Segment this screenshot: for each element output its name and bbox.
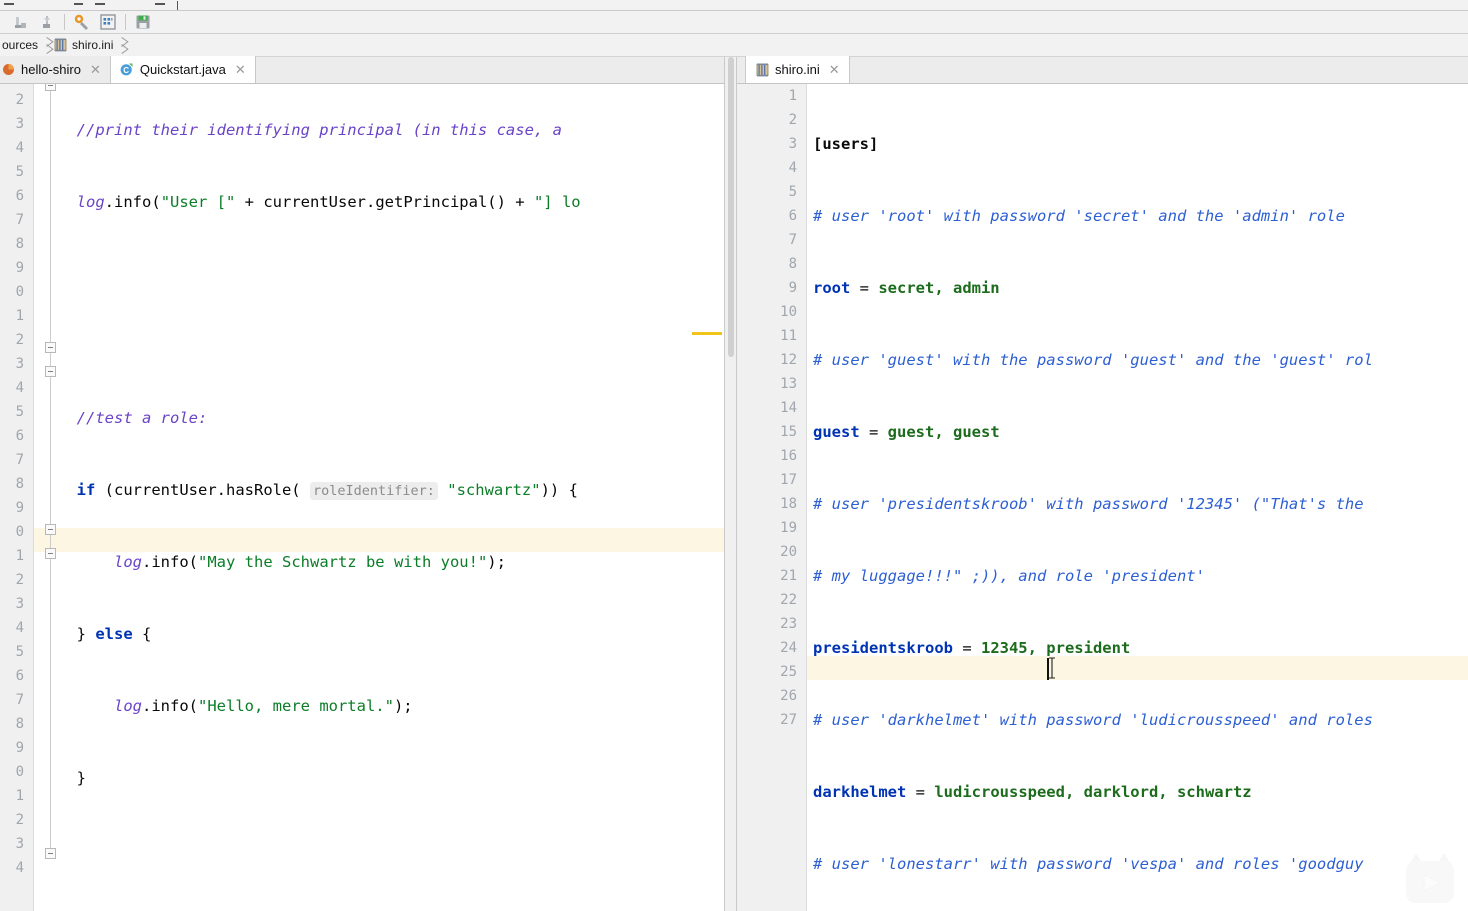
ini-line-6: # user 'presidentskroob' with password '…	[813, 495, 1364, 513]
breadcrumb-item-resources[interactable]: ources	[0, 34, 42, 57]
breadcrumb-chevron-icon	[42, 34, 52, 57]
settings-wrench-icon[interactable]	[69, 11, 95, 33]
ini-line-1: [users]	[813, 135, 879, 153]
breadcrumb: ources shiro.ini	[0, 34, 1468, 57]
structure-grid-icon[interactable]	[95, 11, 121, 33]
ini-line-11: # user 'lonestarr' with password 'vespa'…	[813, 855, 1364, 873]
editor-tabbar-right: shiro.ini ✕	[737, 56, 1468, 84]
editor-splitter[interactable]	[724, 57, 737, 911]
breadcrumb-label-shiro-ini: shiro.ini	[72, 38, 114, 52]
tab-shiro-ini[interactable]: shiro.ini ✕	[745, 56, 850, 83]
title-tick-4	[155, 3, 165, 5]
watermark-logo	[1392, 849, 1462, 907]
ini-line-2: # user 'root' with password 'secret' and…	[813, 207, 1345, 225]
ini-line-5: guest = guest, guest	[813, 423, 1000, 441]
toolbar-separator-1	[64, 14, 65, 30]
java-class-icon: C	[119, 62, 134, 77]
editor-pane-java[interactable]: 1 2 3 4 5 6 7 8 9 0 1 2 3 4 5 6 7 8 9 0 …	[0, 84, 724, 911]
fold-toggle-mid-icon[interactable]	[45, 342, 56, 353]
scrollbar-thumb[interactable]	[728, 57, 734, 357]
tab-label-hello-shiro: hello-shiro	[21, 62, 81, 77]
svg-text:C: C	[123, 66, 129, 75]
breadcrumb-label-resources: ources	[2, 38, 39, 52]
title-tick-2	[74, 3, 83, 5]
tab-quickstart-java[interactable]: C Quickstart.java ✕	[110, 56, 256, 83]
mouse-cursor-ibeam	[1047, 657, 1057, 679]
module-icon	[2, 63, 15, 76]
fold-toggle-hl-icon[interactable]	[45, 524, 56, 535]
code-content-java[interactable]: //print their identifying principal (in …	[58, 84, 592, 911]
ini-line-8: presidentskroob = 12345, president	[813, 639, 1131, 657]
ide-window: ources shiro.ini hello-shiro ✕ C Quickst…	[0, 0, 1468, 911]
tab-hello-shiro[interactable]: hello-shiro ✕	[0, 56, 111, 83]
code-content-ini[interactable]: [users] # user 'root' with password 'sec…	[813, 84, 1392, 911]
fold-toggle-mid2-icon[interactable]	[45, 366, 56, 377]
tab-label-quickstart-java: Quickstart.java	[139, 62, 226, 77]
breadcrumb-chevron-icon-2	[117, 34, 127, 57]
gutter-right[interactable]: 1 2 3 4 5 6 7 8 9 10 11 12 13 14 15 16 1…	[737, 84, 807, 911]
build-project-icon[interactable]	[8, 11, 34, 33]
close-icon[interactable]: ✕	[829, 62, 840, 78]
ini-file-icon	[54, 38, 67, 52]
fold-toggle-hl2-icon[interactable]	[45, 548, 56, 559]
gutter-left[interactable]: 1 2 3 4 5 6 7 8 9 0 1 2 3 4 5 6 7 8 9 0 …	[0, 84, 34, 911]
toolbar-separator-2	[125, 14, 126, 30]
title-tick-3	[95, 3, 105, 5]
ini-line-9: # user 'darkhelmet' with password 'ludic…	[813, 711, 1373, 729]
title-caret-tick	[177, 1, 178, 10]
code-fold-line	[50, 84, 51, 854]
main-toolbar	[0, 11, 1468, 34]
ini-line-3: root = secret, admin	[813, 279, 1000, 297]
build-module-icon[interactable]	[34, 11, 60, 33]
save-all-icon[interactable]	[130, 11, 156, 33]
window-title-strip	[0, 0, 1468, 11]
editor-tabbar-left: hello-shiro ✕ C Quickstart.java ✕	[0, 56, 737, 84]
ini-line-4: # user 'guest' with the password 'guest'…	[813, 351, 1373, 369]
close-icon[interactable]: ✕	[235, 62, 246, 78]
close-icon[interactable]: ✕	[90, 62, 101, 78]
change-marker	[692, 332, 722, 335]
ini-file-icon	[756, 63, 769, 77]
ini-line-7: # my luggage!!!" ;)), and role 'presiden…	[813, 567, 1205, 585]
editor-pane-ini[interactable]: 1 2 3 4 5 6 7 8 9 10 11 12 13 14 15 16 1…	[737, 84, 1468, 911]
fold-toggle-top-icon[interactable]	[45, 84, 56, 91]
fold-toggle-bottom-icon[interactable]	[45, 848, 56, 859]
ini-line-10: darkhelmet = ludicrousspeed, darklord, s…	[813, 783, 1252, 801]
breadcrumb-item-shiro-ini[interactable]: shiro.ini	[52, 34, 117, 57]
tab-label-shiro-ini: shiro.ini	[775, 62, 820, 77]
title-tick-1	[4, 3, 14, 5]
